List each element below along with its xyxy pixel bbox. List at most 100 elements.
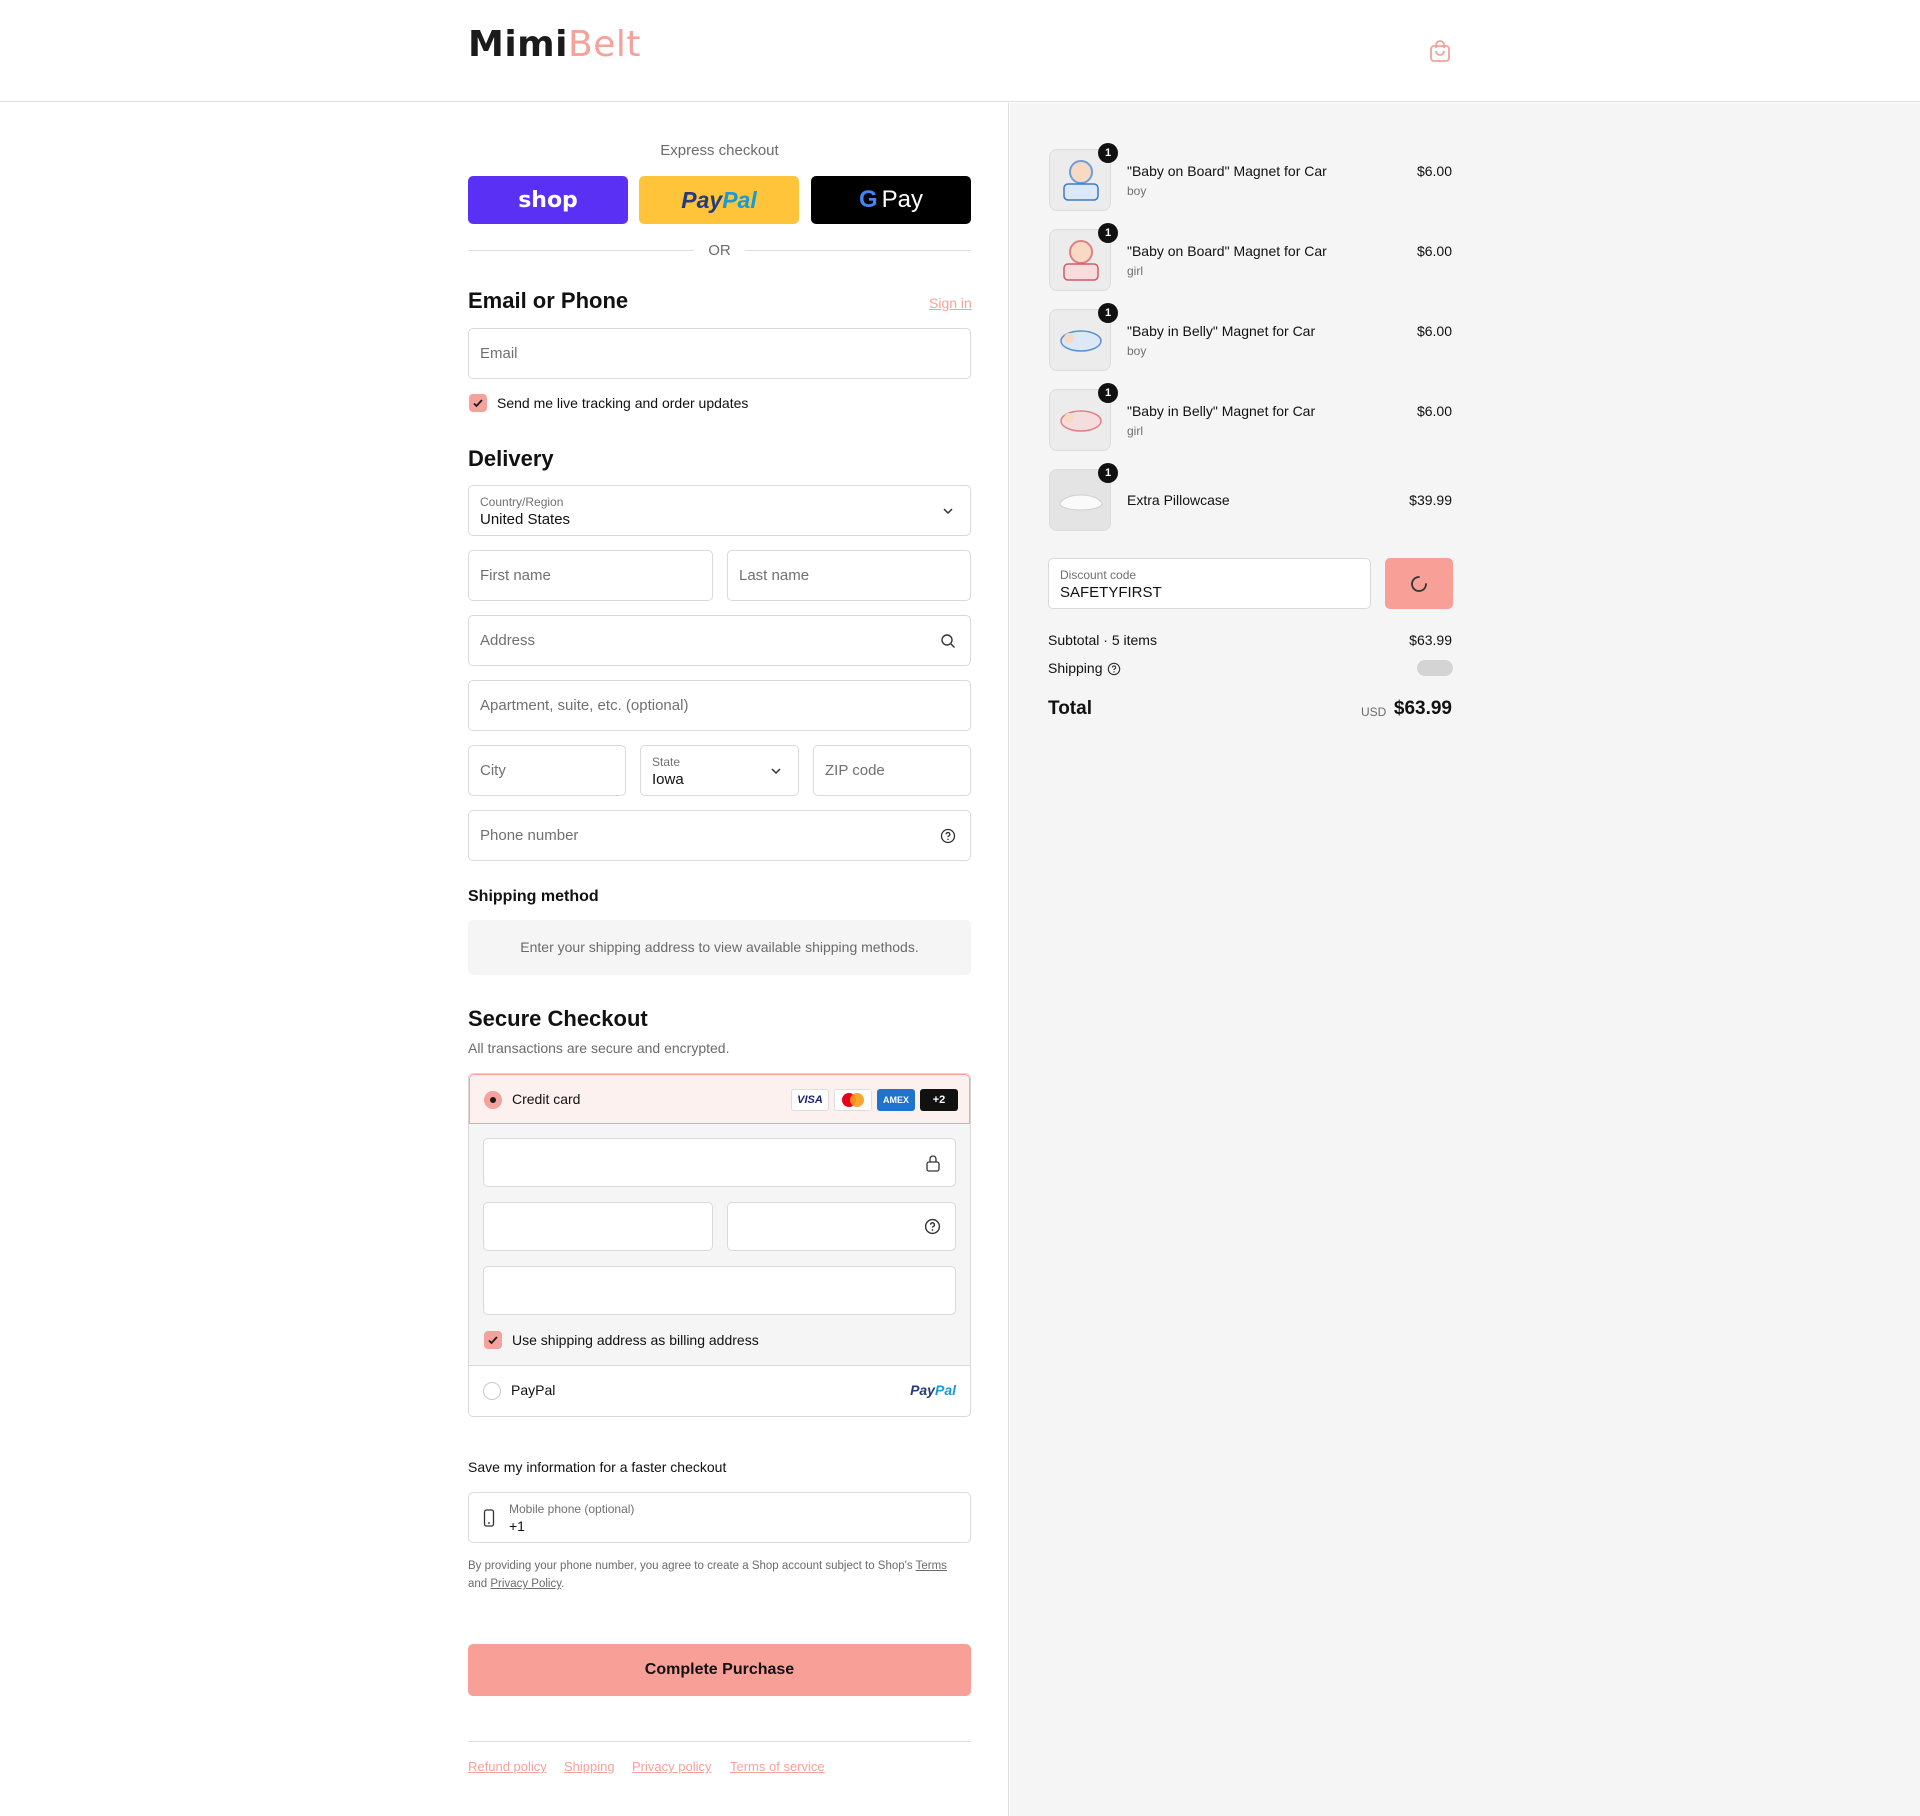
paypal-logo-part1: Pay xyxy=(910,1382,935,1398)
updates-checkbox[interactable] xyxy=(469,394,487,412)
zip-field[interactable]: ZIP code xyxy=(813,745,971,796)
email-placeholder: Email xyxy=(480,345,518,362)
country-value: United States xyxy=(480,511,571,528)
lock-icon xyxy=(926,1155,940,1172)
first-name-placeholder: First name xyxy=(480,567,551,584)
email-field[interactable]: Email xyxy=(468,328,971,379)
item-name: Extra Pillowcase xyxy=(1127,492,1230,508)
total-value: $63.99 xyxy=(1393,698,1452,719)
item-price: $6.00 xyxy=(1416,323,1452,339)
paypal-logo-part2: Pal xyxy=(934,1382,956,1398)
checkmark-icon xyxy=(488,1336,498,1345)
quantity-badge: 1 xyxy=(1098,383,1118,403)
item-price: $6.00 xyxy=(1416,243,1452,259)
card-number-field[interactable] xyxy=(483,1138,956,1187)
discount-code-label: Discount code xyxy=(1060,568,1137,582)
shop-disclaimer: By providing your phone number, you agre… xyxy=(468,1557,971,1593)
last-name-placeholder: Last name xyxy=(739,567,810,584)
contact-heading: Email or Phone xyxy=(468,288,629,313)
payment-subtitle: All transactions are secure and encrypte… xyxy=(468,1040,730,1056)
shop-pay-button[interactable]: shop xyxy=(468,176,628,224)
mobile-phone-field[interactable]: Mobile phone (optional) +1 xyxy=(468,1492,971,1543)
paypal-option[interactable]: PayPal PayPal xyxy=(469,1366,970,1416)
item-name: "Baby on Board" Magnet for Car xyxy=(1127,243,1327,259)
city-placeholder: City xyxy=(480,762,506,779)
zip-placeholder: ZIP code xyxy=(825,762,885,779)
total-label: Total xyxy=(1048,698,1092,719)
state-label: State xyxy=(652,755,681,769)
name-on-card-field[interactable] xyxy=(483,1266,956,1315)
save-info-heading: Save my information for a faster checkou… xyxy=(468,1459,727,1475)
shopping-bag-icon[interactable] xyxy=(1429,39,1451,63)
sign-in-link[interactable]: Sign in xyxy=(929,295,972,311)
google-pay-label: Pay xyxy=(881,186,924,213)
item-variant: boy xyxy=(1127,344,1147,358)
security-code-field[interactable] xyxy=(727,1202,956,1251)
address-placeholder: Address xyxy=(480,632,536,649)
shipping-method-notice: Enter your shipping address to view avai… xyxy=(468,920,971,975)
phone-field[interactable]: Phone number xyxy=(468,810,971,861)
phone-placeholder: Phone number xyxy=(480,827,579,844)
help-circle-icon[interactable] xyxy=(924,1218,941,1235)
amex-icon: AMEX xyxy=(877,1089,915,1111)
item-price: $6.00 xyxy=(1416,403,1452,419)
mobile-phone-label: Mobile phone (optional) xyxy=(509,1502,635,1516)
mobile-phone-icon xyxy=(483,1509,495,1527)
shipping-label: Shipping xyxy=(1048,660,1103,676)
or-divider: OR xyxy=(468,240,971,260)
privacy-policy-link[interactable]: Privacy policy xyxy=(632,1759,711,1774)
more-cards-badge: +2 xyxy=(920,1089,958,1111)
paypal-logo-part2: Pal xyxy=(722,186,757,213)
complete-purchase-button[interactable]: Complete Purchase xyxy=(468,1644,971,1696)
credit-card-radio[interactable] xyxy=(484,1091,502,1109)
shipping-policy-link[interactable]: Shipping xyxy=(564,1759,615,1774)
chevron-down-icon xyxy=(771,768,781,775)
expiration-date-field[interactable] xyxy=(483,1202,713,1251)
delivery-heading: Delivery xyxy=(468,446,554,471)
visa-icon: VISA xyxy=(791,1089,829,1111)
item-name: "Baby in Belly" Magnet for Car xyxy=(1127,403,1316,419)
quantity-badge: 1 xyxy=(1098,223,1118,243)
updates-label: Send me live tracking and order updates xyxy=(497,395,749,411)
disclaimer-and: and xyxy=(468,1578,488,1590)
help-circle-icon[interactable] xyxy=(940,828,956,844)
refund-policy-link[interactable]: Refund policy xyxy=(468,1759,547,1774)
apartment-placeholder: Apartment, suite, etc. (optional) xyxy=(480,697,689,714)
city-field[interactable]: City xyxy=(468,745,626,796)
apply-discount-button[interactable] xyxy=(1385,558,1453,609)
billing-address-checkbox[interactable] xyxy=(484,1331,502,1349)
country-select[interactable]: Country/Region United States xyxy=(468,485,971,536)
apartment-field[interactable]: Apartment, suite, etc. (optional) xyxy=(468,680,971,731)
shop-terms-link[interactable]: Terms xyxy=(916,1560,947,1572)
credit-card-label: Credit card xyxy=(512,1091,581,1107)
total-currency: USD xyxy=(1361,705,1387,719)
chevron-down-icon xyxy=(943,508,953,515)
divider-line-right xyxy=(745,250,971,251)
paypal-label: PayPal xyxy=(511,1382,556,1398)
help-circle-icon[interactable] xyxy=(1107,662,1121,676)
paypal-radio[interactable] xyxy=(483,1382,501,1400)
credit-card-form: Use shipping address as billing address xyxy=(469,1124,970,1366)
brand-logo[interactable]: MimiBelt xyxy=(468,24,641,65)
discount-code-field[interactable]: Discount code SAFETYFIRST xyxy=(1048,558,1371,609)
payment-heading: Secure Checkout xyxy=(468,1006,648,1031)
credit-card-option[interactable]: Credit card VISA AMEX +2 xyxy=(469,1074,970,1124)
first-name-field[interactable]: First name xyxy=(468,550,713,601)
last-name-field[interactable]: Last name xyxy=(727,550,971,601)
google-pay-button[interactable]: G Pay xyxy=(811,176,971,224)
shipping-loading-placeholder xyxy=(1417,660,1453,676)
mobile-phone-value: +1 xyxy=(509,1518,525,1534)
header: MimiBelt xyxy=(0,0,1920,102)
logo-part1: Mimi xyxy=(468,24,569,65)
item-price: $6.00 xyxy=(1416,163,1452,179)
billing-address-label: Use shipping address as billing address xyxy=(512,1332,759,1348)
paypal-express-button[interactable]: Pay Pal xyxy=(639,176,799,224)
country-label: Country/Region xyxy=(480,495,564,509)
discount-code-value: SAFETYFIRST xyxy=(1060,584,1162,601)
shop-privacy-link[interactable]: Privacy Policy xyxy=(490,1578,561,1590)
shipping-method-heading: Shipping method xyxy=(468,888,599,905)
subtotal-value: $63.99 xyxy=(1409,632,1452,648)
address-field[interactable]: Address xyxy=(468,615,971,666)
state-select[interactable]: State Iowa xyxy=(640,745,799,796)
terms-of-service-link[interactable]: Terms of service xyxy=(730,1759,825,1774)
